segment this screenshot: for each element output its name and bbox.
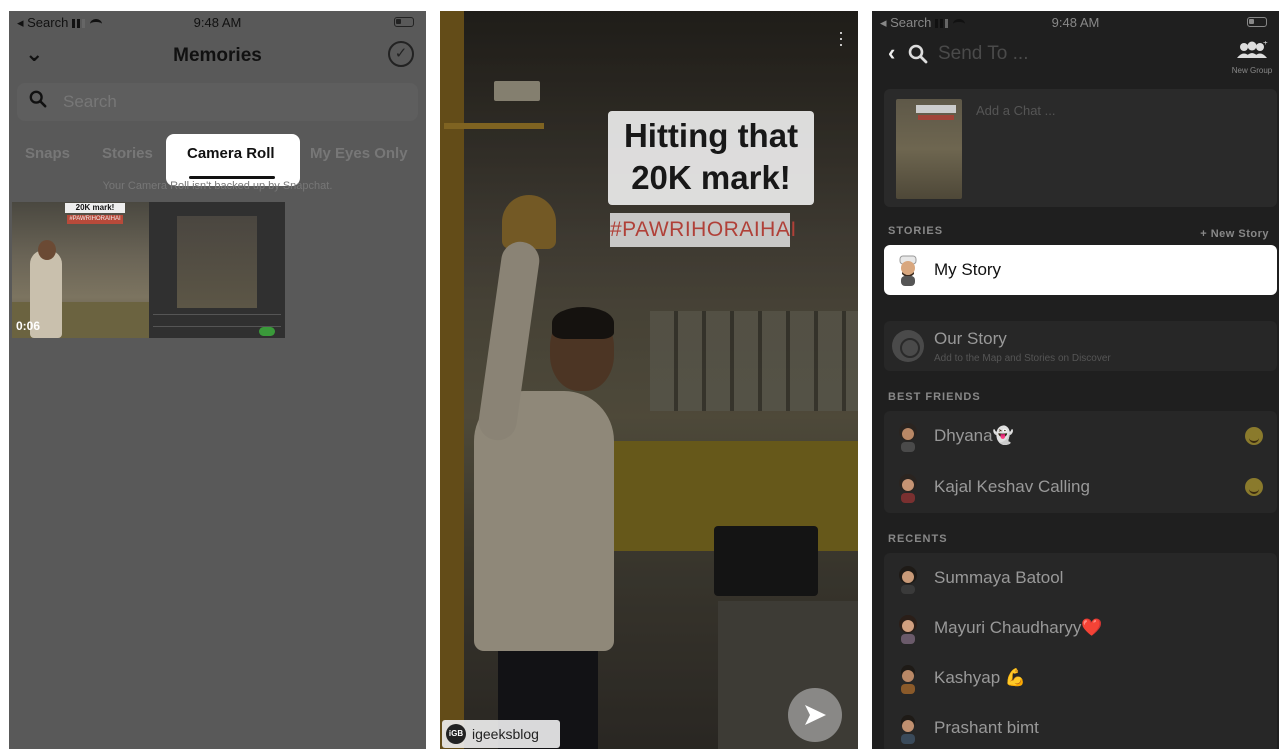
svg-text:+: + xyxy=(1263,41,1268,47)
friend-name: Kajal Keshav Calling xyxy=(934,477,1090,496)
recent-row[interactable]: Prashant bimt xyxy=(884,703,1277,749)
tab-camera-roll[interactable]: Camera Roll xyxy=(187,145,275,162)
watermark: iGB igeeksblog xyxy=(442,720,560,748)
add-chat-box[interactable]: Add a Chat ... xyxy=(884,89,1277,207)
recent-name: Summaya Batool xyxy=(934,568,1064,587)
best-friends-section-title: BEST FRIENDS xyxy=(888,391,981,403)
memories-tabs: Snaps Stories Camera Roll My Eyes Only xyxy=(9,134,426,186)
recent-row[interactable]: Kashyap 💪 xyxy=(884,653,1277,703)
tab-my-eyes-only[interactable]: My Eyes Only xyxy=(310,145,408,162)
recent-row[interactable]: Summaya Batool xyxy=(884,553,1277,603)
recent-name: Kashyap 💪 xyxy=(934,668,1027,687)
bitmoji-avatar-icon xyxy=(899,255,917,286)
bitmoji-avatar-icon xyxy=(899,566,917,594)
snap-mini-preview xyxy=(896,99,962,199)
add-chat-placeholder: Add a Chat ... xyxy=(976,103,1056,118)
backup-note: Your Camera Roll isn't backed up by Snap… xyxy=(102,180,333,192)
globe-icon xyxy=(892,330,924,362)
my-story-card[interactable]: My Story xyxy=(884,245,1277,295)
mini-banner xyxy=(916,105,956,113)
thumb-hashtag: #PAWRIHORAIHAI xyxy=(67,215,123,224)
watermark-text: igeeksblog xyxy=(472,726,539,742)
more-options-icon[interactable]: · · · xyxy=(838,23,844,53)
new-group-label: New Group xyxy=(1231,66,1273,75)
memories-header: ⌄ Memories ✓ xyxy=(9,39,426,75)
new-story-button[interactable]: + New Story xyxy=(1200,228,1269,240)
status-bar: ◂ Search 9:48 AM xyxy=(872,11,1279,33)
battery-icon xyxy=(1247,17,1267,27)
recent-name: Mayuri Chaudharyy❤️ xyxy=(934,618,1103,637)
camera-roll-screenshot-thumbnail[interactable] xyxy=(149,202,285,338)
stories-section-title: STORIES xyxy=(888,225,944,237)
friend-row[interactable]: Kajal Keshav Calling xyxy=(884,462,1277,512)
send-to-header: ‹ + New Group xyxy=(872,38,1279,75)
memories-panel: ◂ Search 9:48 AM ⌄ Memories ✓ Snaps Stor… xyxy=(9,11,426,749)
active-tab-underline xyxy=(189,176,275,179)
thumb-preview xyxy=(177,216,257,308)
smile-emoji-icon xyxy=(1245,478,1263,496)
send-to-search-input[interactable] xyxy=(938,41,1158,67)
search-bar xyxy=(17,83,418,121)
friend-row[interactable]: Dhyana👻 xyxy=(884,411,1277,461)
status-bar: ◂ Search 9:48 AM xyxy=(9,11,426,33)
bitmoji-avatar-icon xyxy=(899,474,917,503)
battery-icon xyxy=(394,17,414,27)
search-icon xyxy=(908,44,928,64)
recent-name: Prashant bimt xyxy=(934,718,1039,737)
send-arrow-icon xyxy=(805,705,826,725)
search-input[interactable] xyxy=(63,89,363,115)
igeeksblog-logo: iGB xyxy=(446,724,466,744)
send-to-panel: ◂ Search 9:48 AM ‹ + New Group Add a Cha… xyxy=(872,11,1279,749)
tab-snaps[interactable]: Snaps xyxy=(25,145,70,162)
story-name: Our Story xyxy=(934,329,1007,348)
story-subtitle: Add to the Map and Stories on Discover xyxy=(934,353,1111,364)
recent-row[interactable]: Mayuri Chaudharyy❤️ xyxy=(884,603,1277,653)
thumb-banner: 20K mark! xyxy=(65,203,125,213)
story-row-my-story[interactable]: My Story xyxy=(884,245,1277,295)
status-time: 9:48 AM xyxy=(193,15,242,30)
back-chevron-icon[interactable]: ‹ xyxy=(888,40,895,66)
caption-line-1: Hitting that xyxy=(623,117,799,154)
new-group-icon: + xyxy=(1237,38,1268,58)
new-group-button[interactable]: + New Group xyxy=(1227,38,1277,75)
our-story-card[interactable]: Our Story Add to the Map and Stories on … xyxy=(884,321,1277,371)
bitmoji-avatar-icon xyxy=(899,423,917,452)
thumb-divider xyxy=(153,314,281,315)
caption-line-2: 20K mark! xyxy=(631,159,791,196)
smile-emoji-icon xyxy=(1245,427,1263,445)
camera-roll-video-thumbnail[interactable]: 20K mark! #PAWRIHORAIHAI 0:06 xyxy=(12,202,149,338)
mini-tag xyxy=(918,115,954,120)
send-button[interactable] xyxy=(788,688,842,742)
bitmoji-avatar-icon xyxy=(901,715,915,744)
page-title: Memories xyxy=(173,45,262,66)
friend-name: Dhyana👻 xyxy=(934,426,1014,445)
toggle-icon xyxy=(259,327,275,336)
thumb-head xyxy=(38,240,56,260)
snap-hashtag[interactable]: #PAWRIHORAIHAI xyxy=(610,213,796,247)
snap-caption[interactable]: Hitting that 20K mark! xyxy=(608,111,814,205)
recents-section-title: RECENTS xyxy=(888,533,948,545)
story-name: My Story xyxy=(934,260,1002,279)
bitmoji-avatar-icon xyxy=(899,615,917,644)
story-row-our-story[interactable]: Our Story Add to the Map and Stories on … xyxy=(884,321,1277,371)
status-time: 9:48 AM xyxy=(1051,15,1100,30)
search-icon xyxy=(29,90,47,108)
tab-stories[interactable]: Stories xyxy=(102,145,153,162)
select-check-icon[interactable]: ✓ xyxy=(388,41,414,67)
recents-card: Summaya Batool Mayuri Chaudharyy❤️ Kashy… xyxy=(884,553,1277,749)
snap-preview-panel: Hitting that 20K mark! #PAWRIHORAIHAI · ·… xyxy=(440,11,858,749)
best-friends-card: Dhyana👻 Kajal Keshav Calling xyxy=(884,411,1277,513)
bitmoji-avatar-icon xyxy=(901,665,915,694)
video-duration: 0:06 xyxy=(16,319,41,333)
